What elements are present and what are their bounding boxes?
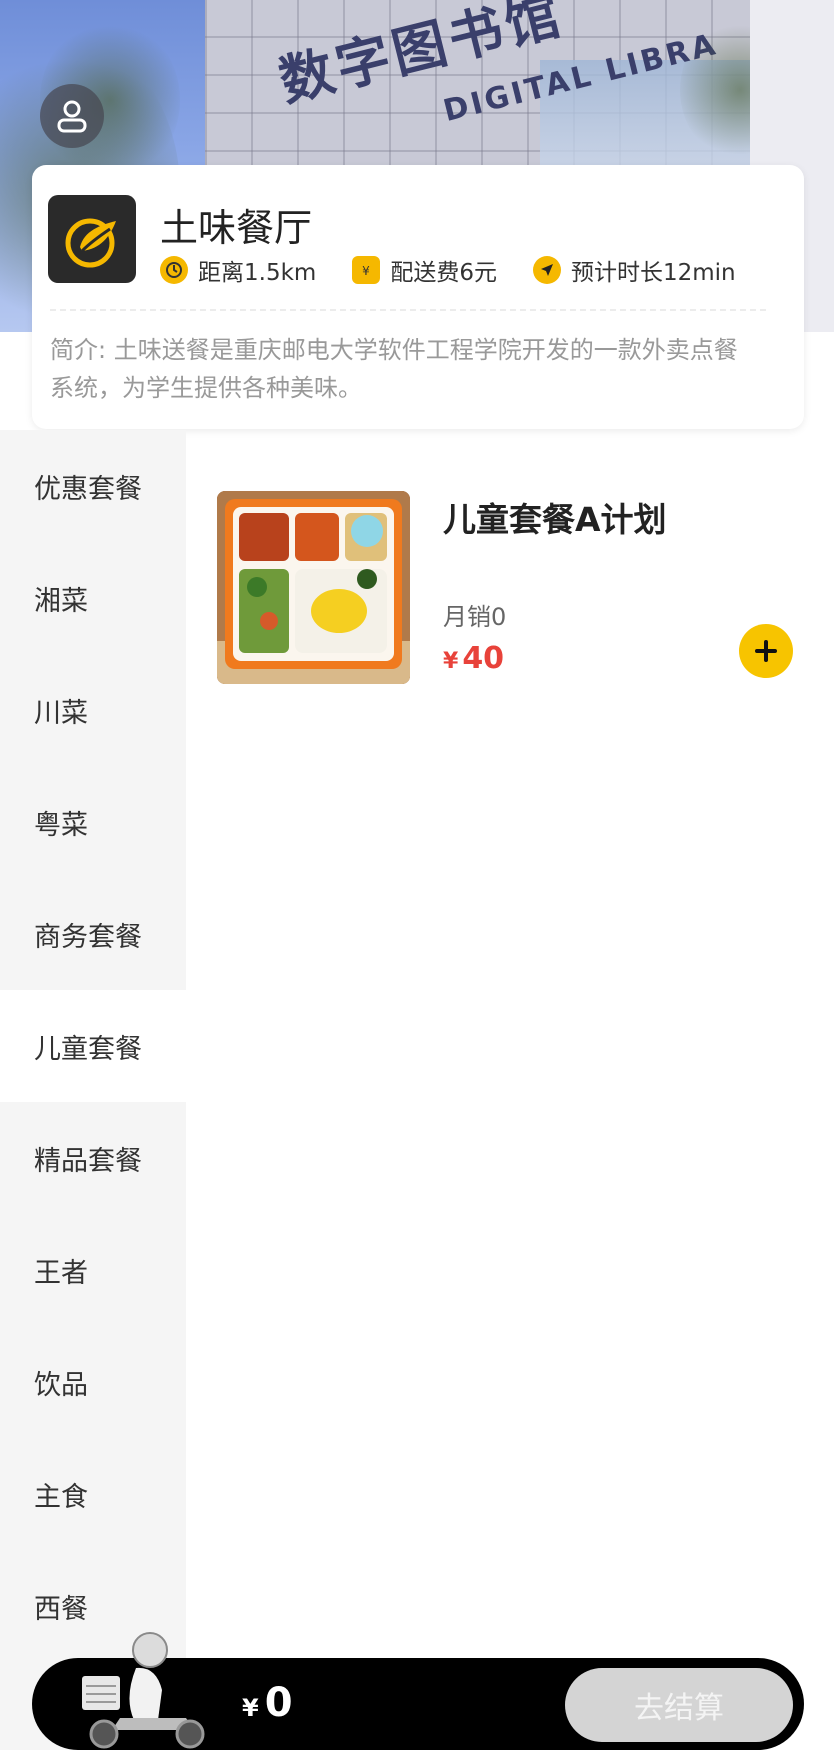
product-monthly-sales: 月销0: [443, 603, 507, 631]
add-to-cart-button[interactable]: [739, 624, 793, 678]
category-item[interactable]: 粤菜: [0, 766, 186, 878]
cart-currency: ¥: [242, 1694, 259, 1722]
time-info: 预计时长12min: [532, 253, 736, 287]
money-bag-icon: ¥: [352, 256, 381, 284]
clock-icon: [160, 256, 188, 284]
checkout-button[interactable]: 去结算: [565, 1668, 793, 1742]
category-item[interactable]: 饮品: [0, 1326, 186, 1438]
cart-total: ¥0: [242, 1680, 293, 1726]
product-price: ¥40: [443, 641, 504, 676]
category-item[interactable]: 商务套餐: [0, 878, 186, 990]
product-name: 儿童套餐A计划: [443, 500, 667, 539]
delivery-fee-info: ¥ 配送费6元: [352, 253, 497, 287]
price-value: 40: [462, 641, 505, 676]
shop-logo: [48, 195, 136, 283]
location-arrow-icon: [532, 256, 561, 284]
card-divider: [50, 309, 766, 311]
product-item[interactable]: 儿童套餐A计划 月销0 ¥40: [217, 491, 807, 685]
cart-total-value: 0: [264, 1680, 293, 1726]
user-button[interactable]: [40, 84, 104, 148]
shop-name: 土味餐厅: [160, 206, 313, 250]
distance-text: 距离1.5km: [198, 260, 317, 286]
plus-icon: [755, 640, 777, 662]
category-item[interactable]: 主食: [0, 1438, 186, 1550]
product-image: [217, 491, 410, 684]
category-item[interactable]: 王者: [0, 1214, 186, 1326]
delivery-fee-text: 配送费6元: [390, 260, 497, 286]
category-item[interactable]: 优惠套餐: [0, 430, 186, 542]
price-currency: ¥: [443, 649, 459, 674]
delivery-rider-icon[interactable]: [58, 1628, 218, 1750]
shop-meta-row: 距离1.5km ¥ 配送费6元 预计时长12min: [160, 253, 736, 287]
category-item[interactable]: 湘菜: [0, 542, 186, 654]
leaf-logo-icon: [65, 218, 116, 268]
user-icon: [57, 100, 87, 133]
estimated-time-text: 预计时长12min: [570, 260, 736, 286]
shop-info-card: 土味餐厅 距离1.5km ¥ 配送费6元 预计时长12min 简介: 土味送餐是…: [32, 165, 804, 429]
svg-text:¥: ¥: [362, 264, 370, 278]
category-item[interactable]: 川菜: [0, 654, 186, 766]
distance-info: 距离1.5km: [160, 253, 316, 287]
category-item-active[interactable]: 儿童套餐: [0, 990, 186, 1102]
shop-description: 简介: 土味送餐是重庆邮电大学软件工程学院开发的一款外卖点餐系统，为学生提供各种…: [50, 336, 738, 402]
category-sidebar: 优惠套餐 湘菜 川菜 粤菜 商务套餐 儿童套餐 精品套餐 王者 饮品 主食 西餐: [0, 430, 186, 1750]
category-item[interactable]: 精品套餐: [0, 1102, 186, 1214]
cart-bar: ¥0 去结算: [32, 1632, 804, 1750]
